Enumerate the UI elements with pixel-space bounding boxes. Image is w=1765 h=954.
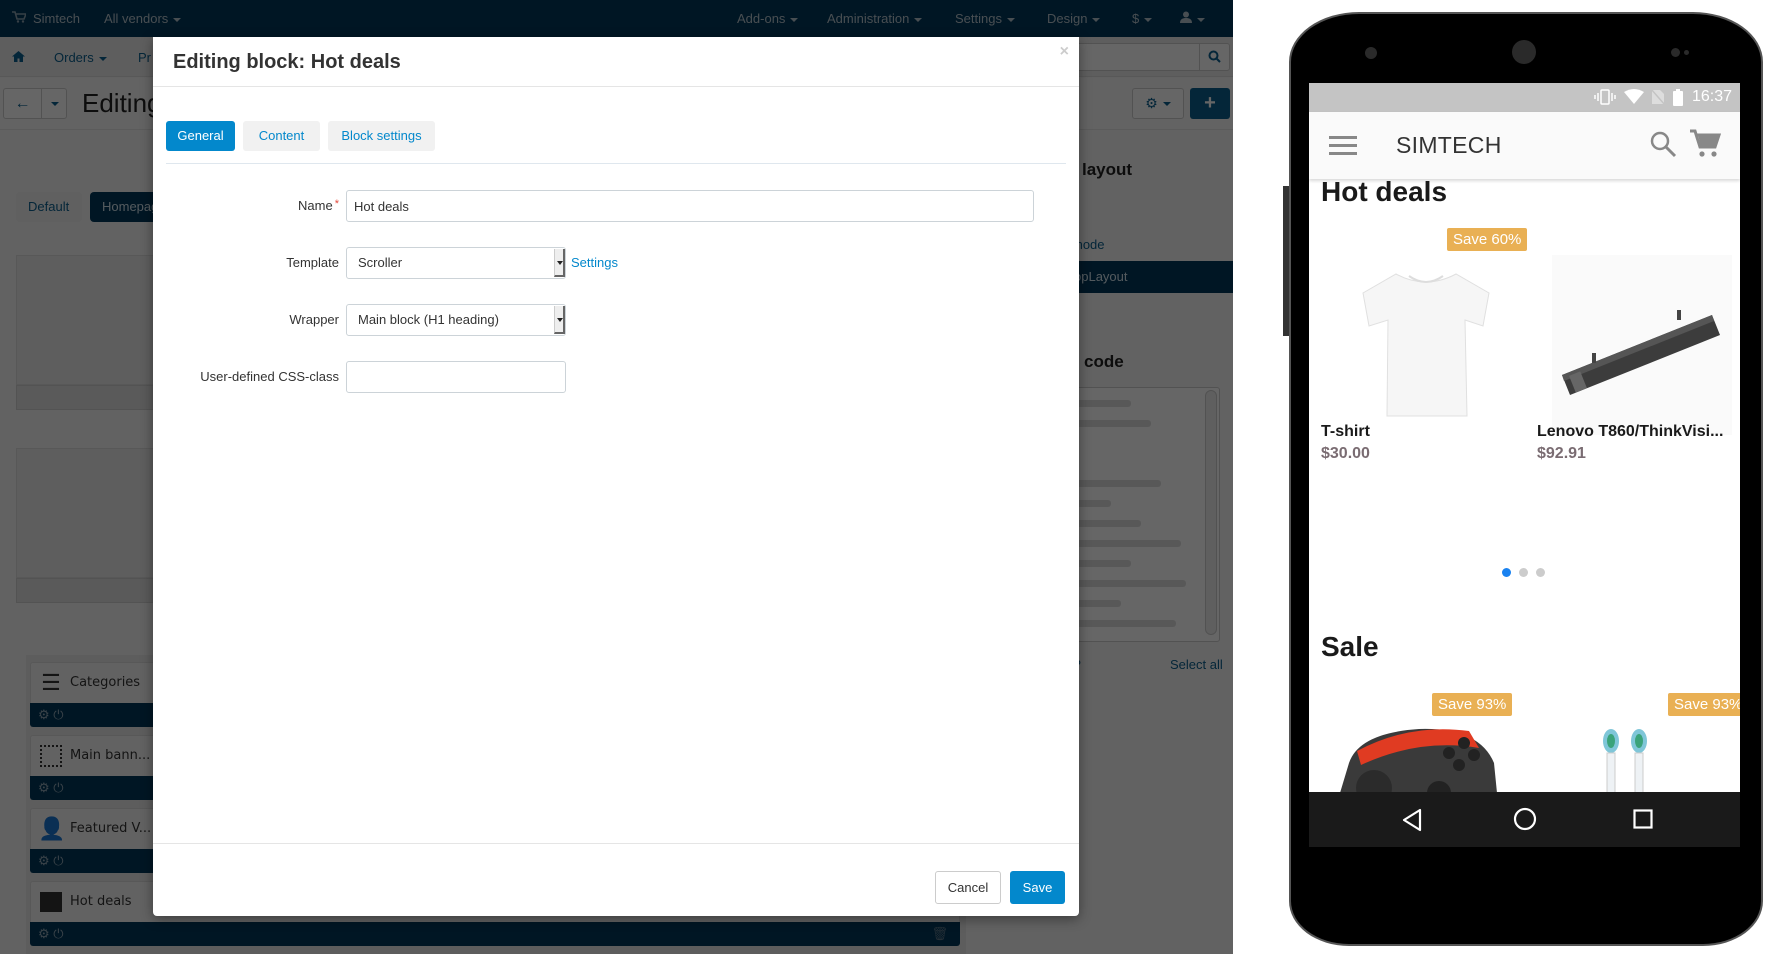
- wrapper-select[interactable]: Main block (H1 heading): [346, 304, 566, 336]
- dialog-tabs: General Content Block settings: [166, 121, 1066, 164]
- template-select[interactable]: Scroller: [346, 247, 566, 279]
- chevron-down-icon: [554, 306, 565, 334]
- back-triangle-icon[interactable]: [1401, 808, 1423, 837]
- android-nav-bar: [1309, 792, 1740, 847]
- product-name[interactable]: Lenovo T860/ThinkVisi...: [1537, 423, 1723, 441]
- phone-sensor: [1365, 47, 1377, 59]
- product-price: $30.00: [1321, 445, 1370, 462]
- tab-block-settings[interactable]: Block settings: [328, 121, 435, 151]
- section-title-hot-deals: Hot deals: [1321, 176, 1448, 207]
- carousel-pagination: [1502, 568, 1552, 578]
- tab-general[interactable]: General: [166, 121, 235, 151]
- template-label: Template: [286, 255, 339, 270]
- dialog-footer: Cancel Save: [153, 843, 1079, 916]
- product-price: $92.91: [1537, 445, 1586, 462]
- carousel-dot-active[interactable]: [1502, 568, 1511, 577]
- section-title-sale: Sale: [1321, 631, 1379, 662]
- product-card[interactable]: Lenovo T860/ThinkVisi... $92.91: [1537, 228, 1737, 478]
- tab-content[interactable]: Content: [243, 121, 320, 151]
- phone-sensor: [1671, 48, 1680, 57]
- save-button[interactable]: Save: [1010, 871, 1065, 904]
- wifi-icon: [1624, 89, 1644, 110]
- name-row: Name *: [153, 190, 1079, 222]
- app-brand: SIMTECH: [1396, 132, 1502, 158]
- product-card[interactable]: Save 60% T-shirt $30.00: [1321, 228, 1528, 478]
- template-row: Template Scroller Settings: [153, 247, 1079, 279]
- name-label: Name *: [298, 198, 339, 213]
- required-mark: *: [334, 198, 339, 210]
- phone-screen: 16:37 SIMTECH Hot deals Save 60% T-shirt…: [1309, 83, 1740, 847]
- discount-badge: Save 93%: [1668, 693, 1740, 716]
- close-icon[interactable]: ×: [1060, 43, 1069, 61]
- css-class-row: User-defined CSS-class: [153, 361, 1079, 393]
- css-class-label: User-defined CSS-class: [200, 369, 339, 384]
- carousel-dot[interactable]: [1536, 568, 1545, 577]
- template-select-value: Scroller: [358, 255, 403, 270]
- product-image-lenovo: [1552, 255, 1732, 435]
- no-sim-icon: [1650, 88, 1666, 110]
- wrapper-row: Wrapper Main block (H1 heading): [153, 304, 1079, 336]
- edit-block-dialog: Editing block: Hot deals × General Conte…: [153, 37, 1079, 916]
- phone-sensor: [1684, 50, 1689, 55]
- discount-badge: Save 60%: [1447, 228, 1528, 251]
- name-input[interactable]: [346, 190, 1034, 222]
- hamburger-menu-icon[interactable]: [1329, 136, 1357, 155]
- cart-icon[interactable]: [1689, 128, 1722, 160]
- status-bar: 16:37: [1309, 83, 1740, 112]
- search-icon[interactable]: [1649, 130, 1677, 158]
- admin-panel: Simtech All vendors Add-ons Administrati…: [0, 0, 1233, 954]
- carousel-dot[interactable]: [1519, 568, 1528, 577]
- product-card[interactable]: Save 93%: [1537, 693, 1740, 814]
- home-circle-icon[interactable]: [1513, 807, 1537, 836]
- app-header: SIMTECH: [1309, 112, 1740, 179]
- wrapper-select-value: Main block (H1 heading): [358, 312, 499, 327]
- chevron-down-icon: [554, 249, 565, 277]
- name-label-text: Name: [298, 198, 333, 213]
- dialog-title: Editing block: Hot deals: [173, 51, 401, 73]
- cancel-button[interactable]: Cancel: [935, 871, 1001, 904]
- discount-badge: Save 93%: [1432, 693, 1513, 716]
- battery-icon: [1673, 89, 1683, 111]
- phone-camera: [1512, 40, 1536, 64]
- css-class-input[interactable]: [346, 361, 566, 393]
- product-card[interactable]: Save 93%: [1329, 693, 1529, 813]
- dialog-header: Editing block: Hot deals ×: [153, 37, 1079, 87]
- product-image-tshirt: [1361, 268, 1491, 418]
- status-time: 16:37: [1691, 88, 1732, 105]
- product-name[interactable]: T-shirt: [1321, 423, 1370, 441]
- wrapper-label: Wrapper: [289, 312, 339, 327]
- recent-apps-square-icon[interactable]: [1633, 809, 1653, 834]
- vibrate-icon: [1594, 89, 1616, 110]
- template-settings-link[interactable]: Settings: [571, 255, 618, 270]
